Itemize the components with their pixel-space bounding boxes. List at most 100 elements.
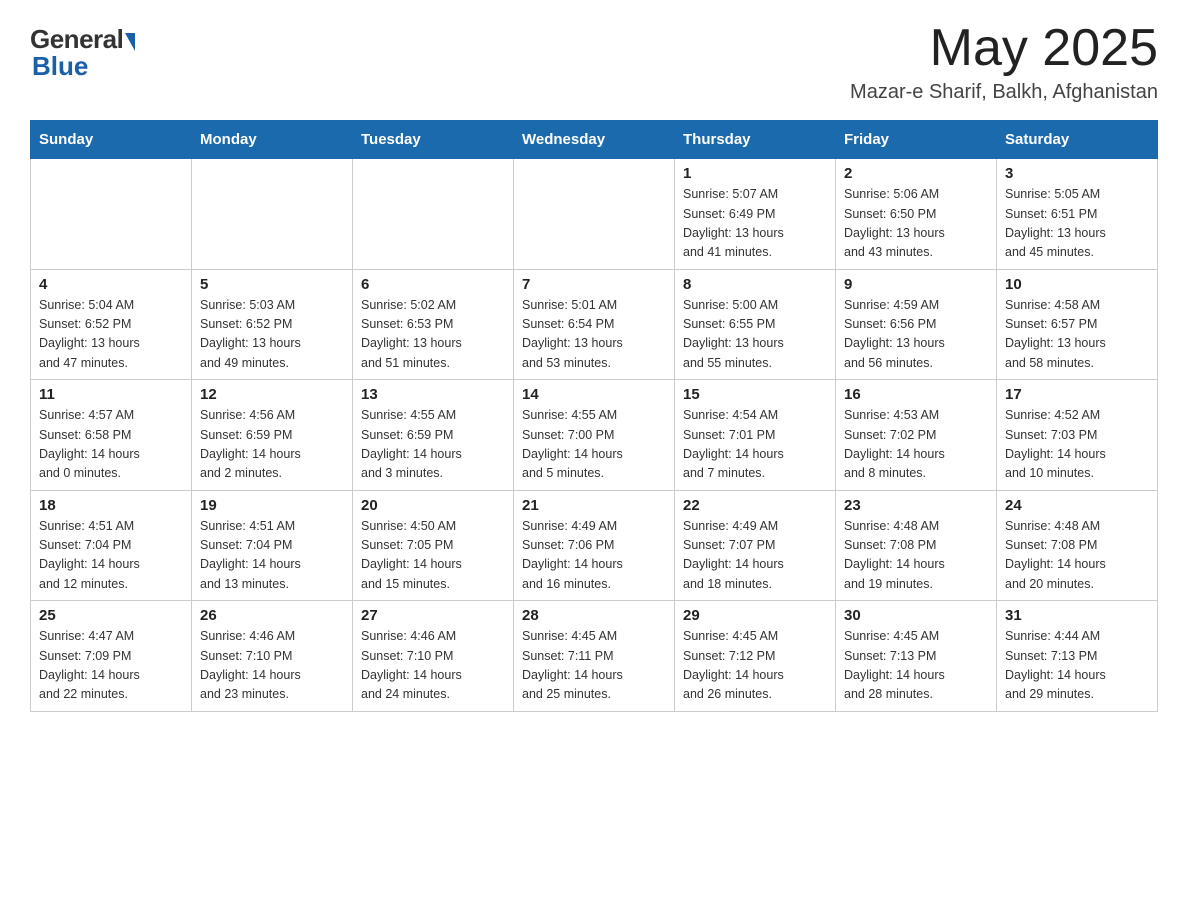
day-number: 27	[361, 607, 505, 624]
day-info: Sunrise: 5:04 AM Sunset: 6:52 PM Dayligh…	[39, 296, 183, 374]
day-number: 28	[522, 607, 666, 624]
day-info: Sunrise: 4:44 AM Sunset: 7:13 PM Dayligh…	[1005, 627, 1149, 705]
day-of-week-header: Sunday	[31, 121, 192, 159]
calendar-cell: 16Sunrise: 4:53 AM Sunset: 7:02 PM Dayli…	[836, 380, 997, 491]
calendar-cell	[353, 159, 514, 270]
calendar-header: SundayMondayTuesdayWednesdayThursdayFrid…	[31, 121, 1158, 159]
day-number: 10	[1005, 276, 1149, 293]
day-info: Sunrise: 4:58 AM Sunset: 6:57 PM Dayligh…	[1005, 296, 1149, 374]
day-info: Sunrise: 5:03 AM Sunset: 6:52 PM Dayligh…	[200, 296, 344, 374]
day-number: 25	[39, 607, 183, 624]
day-info: Sunrise: 4:48 AM Sunset: 7:08 PM Dayligh…	[1005, 517, 1149, 595]
calendar-cell: 15Sunrise: 4:54 AM Sunset: 7:01 PM Dayli…	[675, 380, 836, 491]
calendar-cell: 19 Sunrise: 4:51 AM Sunset: 7:04 PM Dayli…	[192, 490, 353, 601]
day-info: Sunrise: 5:06 AM Sunset: 6:50 PM Dayligh…	[844, 185, 988, 263]
day-number: 6	[361, 276, 505, 293]
day-info: Sunrise: 5:01 AM Sunset: 6:54 PM Dayligh…	[522, 296, 666, 374]
day-number: 31	[1005, 607, 1149, 624]
days-of-week-row: SundayMondayTuesdayWednesdayThursdayFrid…	[31, 121, 1158, 159]
month-year-title: May 2025	[850, 20, 1158, 77]
day-info: Sunrise: 4:56 AM Sunset: 6:59 PM Dayligh…	[200, 406, 344, 484]
title-area: May 2025 Mazar-e Sharif, Balkh, Afghanis…	[850, 20, 1158, 104]
day-info: Sunrise: 5:02 AM Sunset: 6:53 PM Dayligh…	[361, 296, 505, 374]
day-info: Sunrise: 4:49 AM Sunset: 7:07 PM Dayligh…	[683, 517, 827, 595]
day-info: Sunrise: 5:05 AM Sunset: 6:51 PM Dayligh…	[1005, 185, 1149, 263]
day-info: Sunrise: 4:57 AM Sunset: 6:58 PM Dayligh…	[39, 406, 183, 484]
day-number: 16	[844, 386, 988, 403]
logo-triangle-icon	[125, 33, 135, 51]
day-info: Sunrise: 4:46 AM Sunset: 7:10 PM Dayligh…	[200, 627, 344, 705]
day-number: 30	[844, 607, 988, 624]
day-info: Sunrise: 4:45 AM Sunset: 7:12 PM Dayligh…	[683, 627, 827, 705]
calendar-week-row: 4 Sunrise: 5:04 AM Sunset: 6:52 PM Daylig…	[31, 269, 1158, 380]
calendar-cell: 9Sunrise: 4:59 AM Sunset: 6:56 PM Daylig…	[836, 269, 997, 380]
day-number: 4	[39, 276, 183, 293]
calendar-cell: 30 Sunrise: 4:45 AM Sunset: 7:13 PM Dayli…	[836, 601, 997, 712]
day-info: Sunrise: 4:50 AM Sunset: 7:05 PM Dayligh…	[361, 517, 505, 595]
calendar-cell: 25 Sunrise: 4:47 AM Sunset: 7:09 PM Dayli…	[31, 601, 192, 712]
calendar-cell: 1 Sunrise: 5:07 AM Sunset: 6:49 PM Daylig…	[675, 159, 836, 270]
calendar-cell: 14 Sunrise: 4:55 AM Sunset: 7:00 PM Dayli…	[514, 380, 675, 491]
day-info: Sunrise: 4:51 AM Sunset: 7:04 PM Dayligh…	[39, 517, 183, 595]
day-info: Sunrise: 4:54 AM Sunset: 7:01 PM Dayligh…	[683, 406, 827, 484]
day-number: 1	[683, 165, 827, 182]
day-of-week-header: Saturday	[997, 121, 1158, 159]
logo: General Blue	[30, 20, 135, 82]
day-of-week-header: Wednesday	[514, 121, 675, 159]
calendar-cell	[31, 159, 192, 270]
day-info: Sunrise: 4:55 AM Sunset: 7:00 PM Dayligh…	[522, 406, 666, 484]
calendar-cell: 27Sunrise: 4:46 AM Sunset: 7:10 PM Dayli…	[353, 601, 514, 712]
calendar-cell: 31 Sunrise: 4:44 AM Sunset: 7:13 PM Dayli…	[997, 601, 1158, 712]
location-subtitle: Mazar-e Sharif, Balkh, Afghanistan	[850, 81, 1158, 104]
day-info: Sunrise: 4:45 AM Sunset: 7:13 PM Dayligh…	[844, 627, 988, 705]
day-info: Sunrise: 4:59 AM Sunset: 6:56 PM Dayligh…	[844, 296, 988, 374]
calendar-cell	[192, 159, 353, 270]
day-info: Sunrise: 4:45 AM Sunset: 7:11 PM Dayligh…	[522, 627, 666, 705]
day-info: Sunrise: 4:48 AM Sunset: 7:08 PM Dayligh…	[844, 517, 988, 595]
calendar-body: 1 Sunrise: 5:07 AM Sunset: 6:49 PM Daylig…	[31, 159, 1158, 712]
calendar-table: SundayMondayTuesdayWednesdayThursdayFrid…	[30, 120, 1158, 712]
calendar-cell: 28 Sunrise: 4:45 AM Sunset: 7:11 PM Dayli…	[514, 601, 675, 712]
day-number: 24	[1005, 497, 1149, 514]
day-info: Sunrise: 4:51 AM Sunset: 7:04 PM Dayligh…	[200, 517, 344, 595]
day-number: 3	[1005, 165, 1149, 182]
day-number: 2	[844, 165, 988, 182]
calendar-cell: 2 Sunrise: 5:06 AM Sunset: 6:50 PM Daylig…	[836, 159, 997, 270]
calendar-cell: 5 Sunrise: 5:03 AM Sunset: 6:52 PM Daylig…	[192, 269, 353, 380]
day-info: Sunrise: 4:47 AM Sunset: 7:09 PM Dayligh…	[39, 627, 183, 705]
calendar-cell: 17Sunrise: 4:52 AM Sunset: 7:03 PM Dayli…	[997, 380, 1158, 491]
day-number: 19	[200, 497, 344, 514]
day-of-week-header: Thursday	[675, 121, 836, 159]
day-number: 23	[844, 497, 988, 514]
day-number: 22	[683, 497, 827, 514]
day-info: Sunrise: 5:00 AM Sunset: 6:55 PM Dayligh…	[683, 296, 827, 374]
day-of-week-header: Tuesday	[353, 121, 514, 159]
day-number: 29	[683, 607, 827, 624]
calendar-cell: 8 Sunrise: 5:00 AM Sunset: 6:55 PM Daylig…	[675, 269, 836, 380]
calendar-cell: 18Sunrise: 4:51 AM Sunset: 7:04 PM Dayli…	[31, 490, 192, 601]
calendar-cell: 6 Sunrise: 5:02 AM Sunset: 6:53 PM Daylig…	[353, 269, 514, 380]
calendar-cell: 7 Sunrise: 5:01 AM Sunset: 6:54 PM Daylig…	[514, 269, 675, 380]
day-number: 8	[683, 276, 827, 293]
day-number: 14	[522, 386, 666, 403]
calendar-cell	[514, 159, 675, 270]
calendar-cell: 3 Sunrise: 5:05 AM Sunset: 6:51 PM Daylig…	[997, 159, 1158, 270]
day-info: Sunrise: 5:07 AM Sunset: 6:49 PM Dayligh…	[683, 185, 827, 263]
day-number: 5	[200, 276, 344, 293]
calendar-week-row: 1 Sunrise: 5:07 AM Sunset: 6:49 PM Daylig…	[31, 159, 1158, 270]
day-number: 11	[39, 386, 183, 403]
day-info: Sunrise: 4:55 AM Sunset: 6:59 PM Dayligh…	[361, 406, 505, 484]
day-number: 21	[522, 497, 666, 514]
day-info: Sunrise: 4:52 AM Sunset: 7:03 PM Dayligh…	[1005, 406, 1149, 484]
calendar-week-row: 18Sunrise: 4:51 AM Sunset: 7:04 PM Dayli…	[31, 490, 1158, 601]
calendar-cell: 23 Sunrise: 4:48 AM Sunset: 7:08 PM Dayli…	[836, 490, 997, 601]
calendar-cell: 29 Sunrise: 4:45 AM Sunset: 7:12 PM Dayli…	[675, 601, 836, 712]
day-number: 7	[522, 276, 666, 293]
day-of-week-header: Friday	[836, 121, 997, 159]
calendar-cell: 12Sunrise: 4:56 AM Sunset: 6:59 PM Dayli…	[192, 380, 353, 491]
calendar-cell: 10 Sunrise: 4:58 AM Sunset: 6:57 PM Dayli…	[997, 269, 1158, 380]
calendar-cell: 11 Sunrise: 4:57 AM Sunset: 6:58 PM Dayli…	[31, 380, 192, 491]
day-number: 20	[361, 497, 505, 514]
calendar-week-row: 25 Sunrise: 4:47 AM Sunset: 7:09 PM Dayli…	[31, 601, 1158, 712]
header: General Blue May 2025 Mazar-e Sharif, Ba…	[30, 20, 1158, 104]
